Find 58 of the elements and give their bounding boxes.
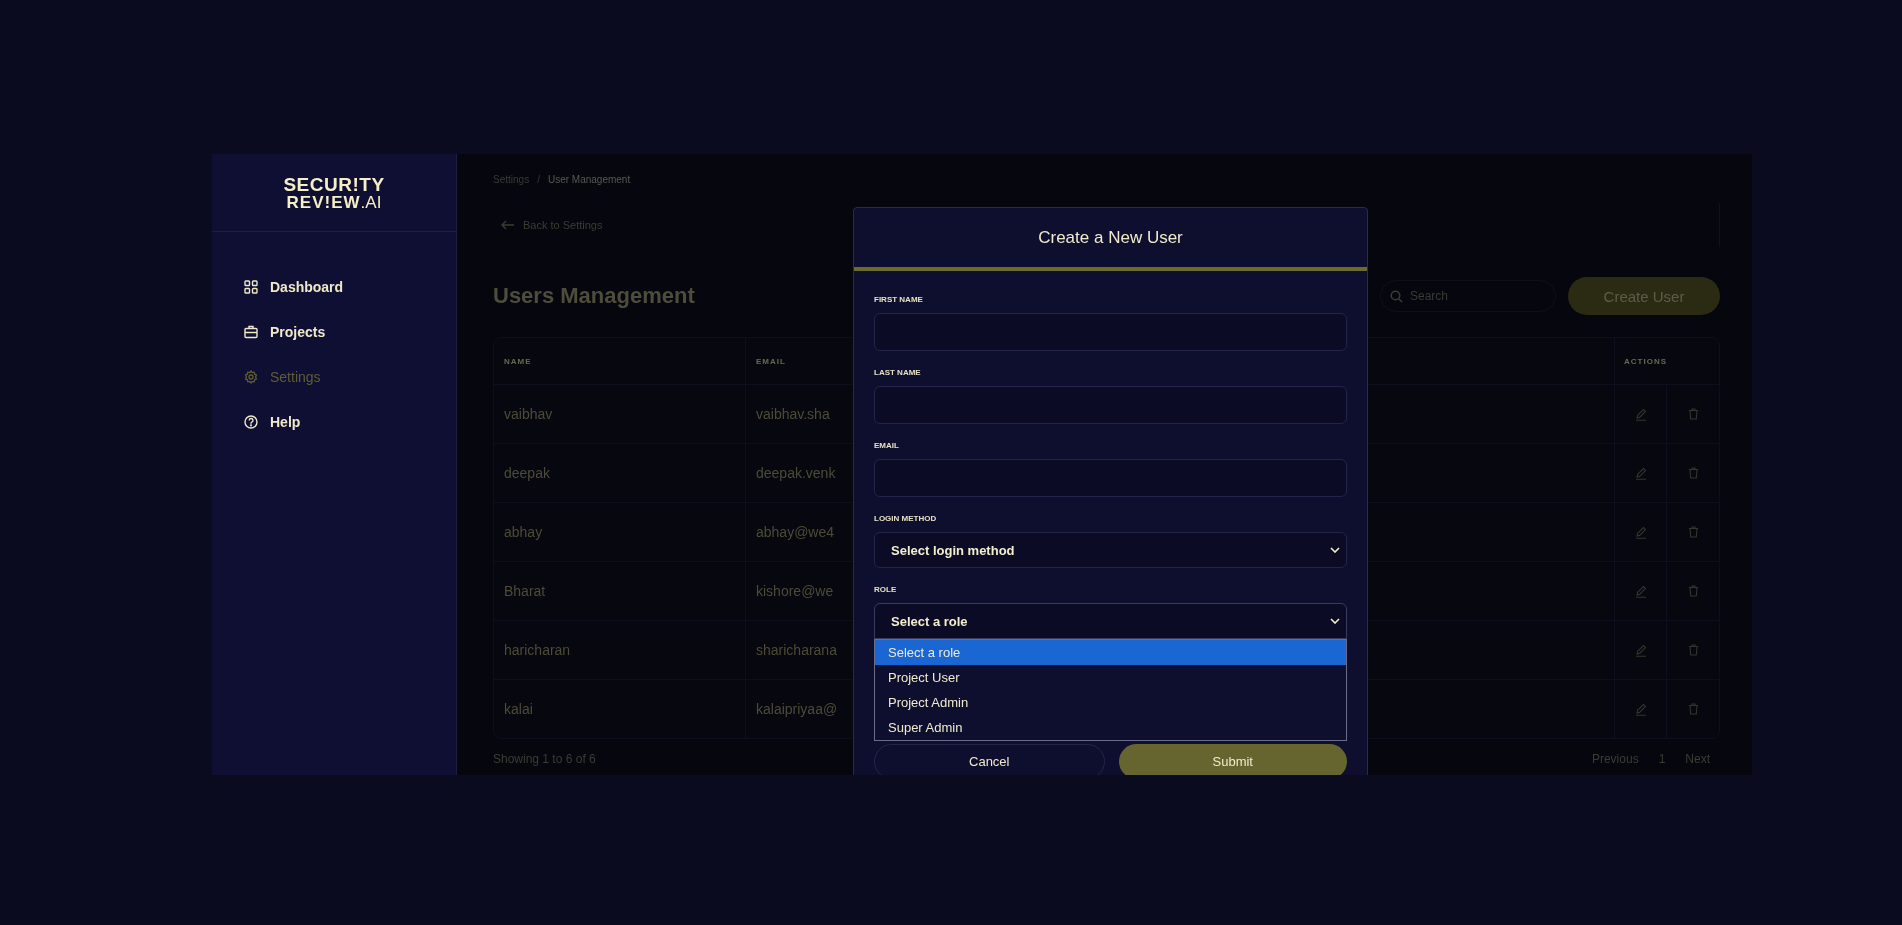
select-field[interactable]: Select a role: [874, 603, 1347, 639]
dialog-title: Create a New User: [1038, 227, 1183, 248]
trash-icon[interactable]: [1687, 408, 1699, 420]
dropdown-option[interactable]: Project Admin: [875, 690, 1346, 715]
edit-icon[interactable]: [1634, 584, 1647, 598]
field-label: ROLE: [874, 585, 898, 595]
sidebar-item[interactable]: Projects: [212, 309, 456, 354]
column-header: NAME: [504, 356, 532, 366]
search-icon: [1390, 290, 1403, 303]
dropdown-option[interactable]: Super Admin: [875, 715, 1346, 740]
table-cell: kalaipriyaa@: [756, 701, 838, 717]
grid-icon: [244, 279, 258, 294]
trash-icon[interactable]: [1687, 644, 1699, 656]
trash-icon[interactable]: [1687, 703, 1699, 715]
table-cell: vaibhav: [504, 406, 553, 422]
trash-icon[interactable]: [1687, 467, 1699, 479]
table-cell: Bharat: [504, 583, 546, 599]
briefcase-icon: [244, 324, 258, 339]
field-label: LOGIN METHOD: [874, 514, 938, 524]
table-cell: kishore@we: [756, 583, 834, 599]
table-cell: abhay@we4: [756, 524, 835, 540]
sidebar-item[interactable]: Help: [212, 399, 456, 444]
submit-button[interactable]: Submit: [1118, 744, 1347, 775]
settings-icon: [244, 369, 258, 384]
table-cell: abhay: [504, 524, 543, 540]
sidebar-item[interactable]: Dashboard: [212, 264, 456, 309]
dropdown-option[interactable]: Select a role: [875, 640, 1346, 665]
table-cell: kalai: [504, 701, 533, 717]
edit-icon[interactable]: [1634, 407, 1647, 421]
edit-icon[interactable]: [1634, 643, 1647, 657]
breadcrumb-current: User Management: [547, 174, 631, 185]
table-cell: vaibhav.sha: [756, 406, 830, 422]
table-cell: deepak: [504, 465, 550, 481]
edit-icon[interactable]: [1634, 466, 1647, 480]
column-header: ACTIONS: [1624, 356, 1667, 366]
input-field[interactable]: [874, 313, 1347, 351]
field-label: FIRST NAME: [874, 295, 924, 305]
arrow-left-icon: [501, 220, 515, 230]
page-title: Users Management: [493, 283, 695, 309]
table-cell: sharicharana: [756, 642, 837, 658]
input-field[interactable]: [874, 459, 1347, 497]
field-label: LAST NAME: [874, 368, 922, 378]
chevron-down-icon: [1330, 618, 1340, 624]
breadcrumb-separator: /: [537, 174, 540, 185]
trash-icon[interactable]: [1687, 526, 1699, 538]
dropdown-option[interactable]: Project User: [875, 665, 1346, 690]
edit-icon[interactable]: [1634, 702, 1647, 716]
field-label: EMAIL: [874, 441, 900, 451]
logo: SECUR!TY REV!EW.AI: [212, 154, 456, 232]
input-field[interactable]: [874, 386, 1347, 424]
help-icon: [244, 414, 258, 429]
table-cell: haricharan: [504, 642, 571, 658]
chevron-down-icon: [1330, 547, 1340, 553]
trash-icon[interactable]: [1687, 585, 1699, 597]
table-cell: deepak.venk: [756, 465, 836, 481]
column-header: EMAIL: [756, 356, 786, 366]
edit-icon[interactable]: [1634, 525, 1647, 539]
select-field[interactable]: Select login method: [874, 532, 1347, 568]
